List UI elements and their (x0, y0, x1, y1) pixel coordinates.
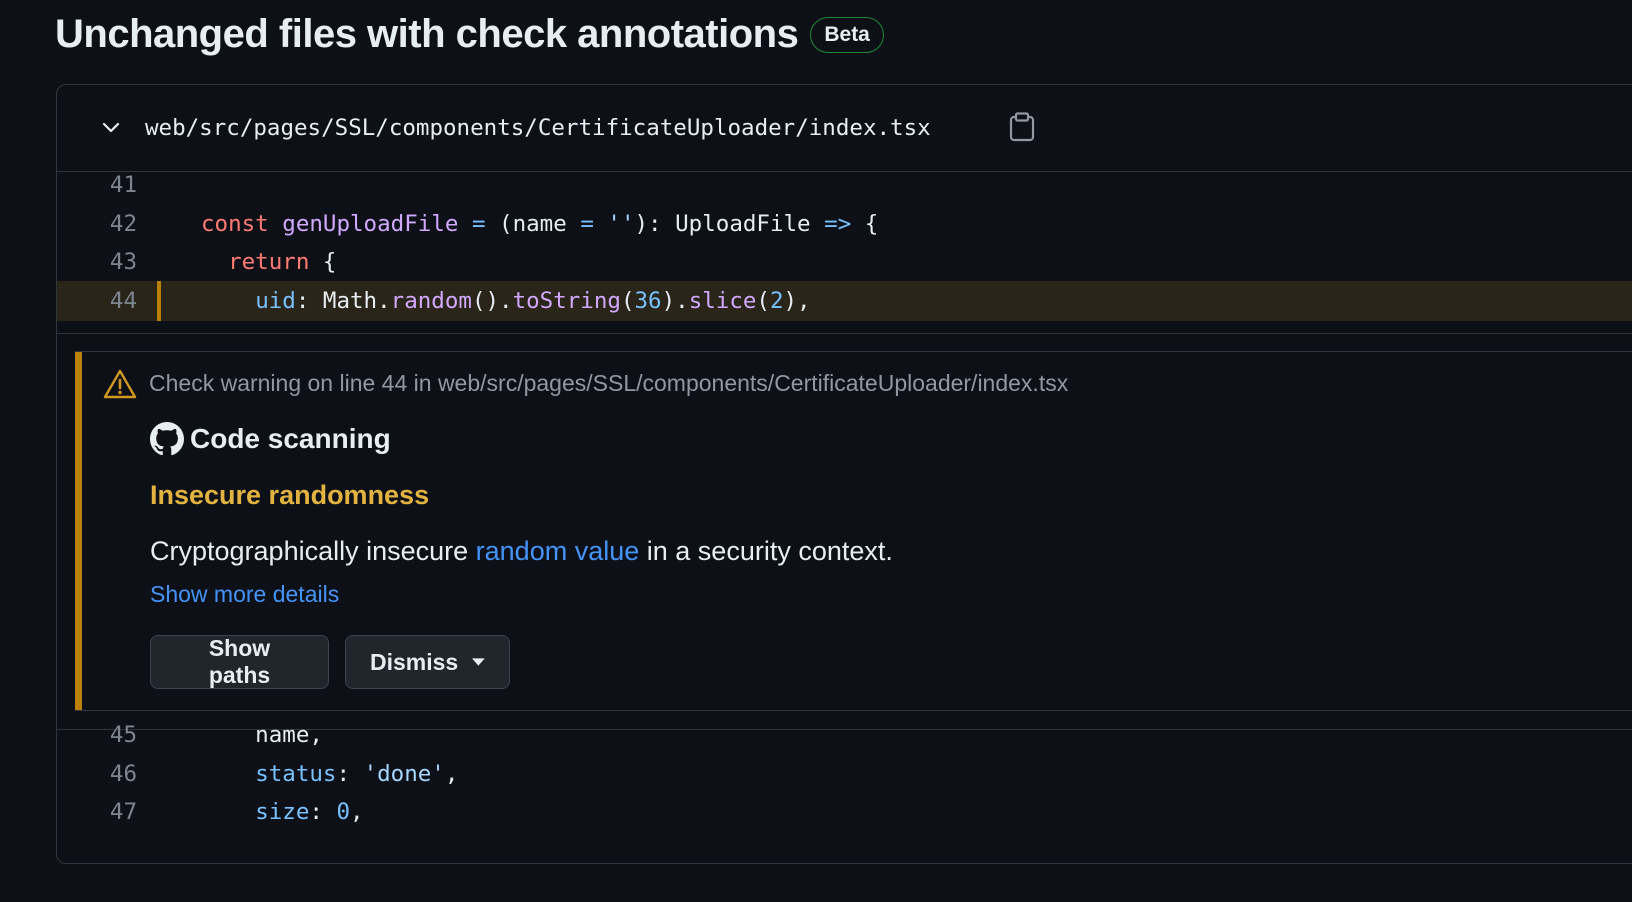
code-text: status: 'done', (201, 754, 458, 794)
code-token: , (350, 799, 364, 825)
beta-badge: Beta (810, 16, 884, 53)
tool-row: Code scanning (150, 422, 391, 456)
code-token: (). (471, 287, 513, 314)
file-annotation-box: web/src/pages/SSL/components/Certificate… (56, 84, 1632, 864)
check-annotation: Check warning on line 44 in web/src/page… (75, 351, 1632, 711)
code-token: (name (485, 210, 581, 237)
code-token: ), (783, 287, 811, 314)
code-token: random (390, 287, 472, 314)
code-text: return { (201, 242, 336, 282)
section-title: Unchanged files with check annotations (55, 12, 799, 56)
divider (57, 333, 1632, 334)
dismiss-dropdown-button[interactable]: Dismiss (345, 635, 510, 689)
dismiss-label: Dismiss (370, 648, 459, 675)
chevron-down-icon[interactable] (101, 120, 121, 136)
line-number[interactable]: 46 (57, 754, 137, 794)
code-token: 36 (634, 287, 662, 314)
code-token: slice (688, 287, 757, 314)
code-line: 44 uid: Math.random().toString(36).slice… (57, 280, 1632, 321)
warning-message: Check warning on line 44 in web/src/page… (149, 370, 1069, 396)
code-token: = (471, 210, 486, 237)
description-text-end: in a security context. (639, 536, 893, 566)
code-token: 'done' (363, 760, 445, 787)
code-token: ). (661, 287, 689, 314)
caret-down-icon (472, 658, 485, 666)
line-number[interactable]: 42 (57, 204, 137, 244)
code-line: 46 status: 'done', (57, 754, 1632, 794)
code-token: uid (255, 287, 296, 314)
code-text: name, (201, 715, 323, 755)
code-text: const genUploadFile = (name = ''): Uploa… (201, 204, 878, 244)
github-icon (150, 422, 184, 456)
code-line: 45 name, (57, 715, 1632, 755)
code-token: status (255, 760, 337, 787)
code-token: const (201, 210, 269, 237)
annotation-description: Cryptographically insecure random value … (150, 536, 893, 567)
code-token: => (824, 210, 852, 237)
code-token: toString (512, 287, 621, 314)
file-path[interactable]: web/src/pages/SSL/components/Certificate… (145, 113, 931, 143)
description-text: Cryptographically insecure (150, 536, 476, 566)
line-number[interactable]: 44 (57, 281, 137, 321)
warning-icon (103, 369, 137, 399)
code-text: size: 0, (201, 792, 364, 832)
code-line: 43 return { (57, 242, 1632, 282)
code-token: : Math. (295, 287, 391, 314)
file-header: web/src/pages/SSL/components/Certificate… (57, 85, 1632, 172)
show-paths-button[interactable]: Show paths (150, 635, 329, 689)
code-text: uid: Math.random().toString(36).slice(2)… (201, 281, 811, 321)
tool-name: Code scanning (190, 423, 391, 454)
code-token: name, (201, 722, 323, 748)
code-token: 2 (769, 287, 784, 314)
code-token: '' (607, 210, 635, 237)
line-number[interactable]: 41 (57, 165, 137, 205)
random-value-link[interactable]: random value (476, 536, 640, 566)
code-token: return (228, 249, 310, 275)
code-line: 42 const genUploadFile = (name = ''): Upl… (57, 204, 1632, 244)
line-number[interactable]: 47 (57, 792, 137, 832)
copy-path-icon[interactable] (1009, 112, 1035, 142)
code-token: , (444, 760, 459, 787)
code-line: 47 size: 0, (57, 792, 1632, 832)
code-token: 0 (336, 799, 351, 825)
code-token: genUploadFile (282, 210, 459, 237)
line-number[interactable]: 43 (57, 242, 137, 282)
code-token: { (851, 210, 879, 237)
rule-title: Insecure randomness (150, 480, 430, 510)
code-token: { (309, 249, 337, 275)
code-token: : (336, 760, 364, 787)
code-token: ( (620, 287, 635, 314)
code-token: = (580, 210, 594, 237)
show-more-details-link[interactable]: Show more details (150, 581, 339, 608)
code-line: 41 (57, 165, 1632, 205)
line-number[interactable]: 45 (57, 715, 137, 755)
code-token: size (255, 799, 310, 825)
section-heading-row: Unchanged files with check annotations B… (55, 12, 884, 57)
show-paths-label: Show paths (208, 635, 271, 688)
code-token: ): UploadFile (634, 210, 825, 237)
code-token: : (309, 799, 337, 825)
code-token: ( (756, 287, 770, 314)
